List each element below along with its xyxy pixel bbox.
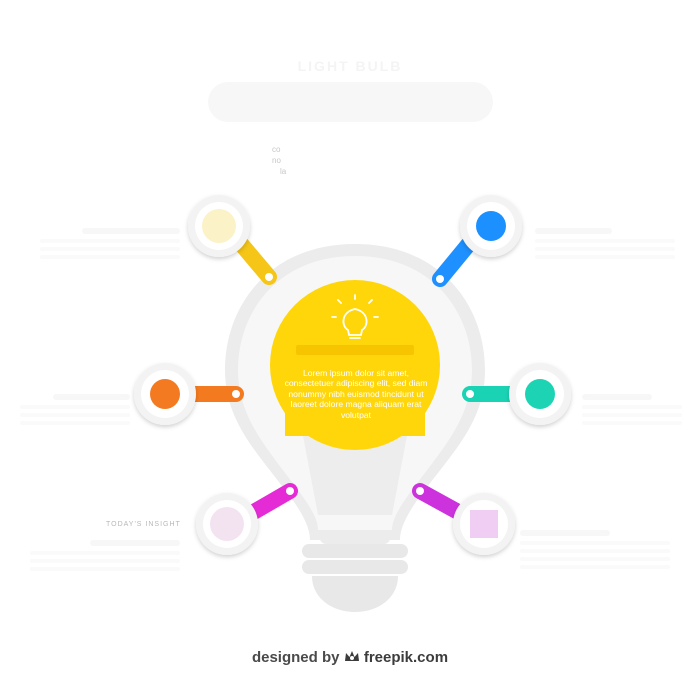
connector-bottom-left bbox=[244, 483, 298, 521]
text-block-mid-right bbox=[582, 394, 682, 429]
text-block-bottom-left bbox=[30, 540, 180, 575]
text-block-top-right bbox=[535, 228, 675, 263]
text-block-mid-left bbox=[20, 394, 130, 429]
connector-mid-right bbox=[462, 386, 523, 402]
center-description: Lorem ipsum dolor sit amet, consectetuer… bbox=[284, 368, 428, 420]
credit-line[interactable]: designed by freepik.com bbox=[0, 649, 700, 666]
connector-bottom-right bbox=[412, 483, 468, 521]
center-circle bbox=[270, 280, 440, 450]
credit-brand: freepik.com bbox=[363, 649, 449, 666]
option-node-top-left[interactable] bbox=[188, 195, 250, 257]
option-node-mid-left[interactable] bbox=[134, 363, 196, 425]
center-heading-bar bbox=[296, 345, 414, 355]
connector-top-left bbox=[234, 237, 277, 285]
connector-mid-left bbox=[182, 386, 244, 402]
connector-top-right bbox=[432, 237, 476, 287]
text-block-bottom-right bbox=[520, 530, 670, 573]
side-label: TODAY'S INSIGHT bbox=[106, 521, 181, 528]
option-node-bottom-right[interactable] bbox=[453, 493, 515, 555]
freepik-crown-icon bbox=[344, 649, 364, 666]
text-block-top-left bbox=[40, 228, 180, 263]
option-node-mid-right[interactable] bbox=[509, 363, 571, 425]
bulb-base bbox=[302, 532, 408, 612]
credit-prefix: designed by bbox=[251, 649, 340, 666]
option-node-top-right[interactable] bbox=[460, 195, 522, 257]
bulb-diagram bbox=[134, 195, 571, 612]
option-node-bottom-left[interactable] bbox=[196, 493, 258, 555]
